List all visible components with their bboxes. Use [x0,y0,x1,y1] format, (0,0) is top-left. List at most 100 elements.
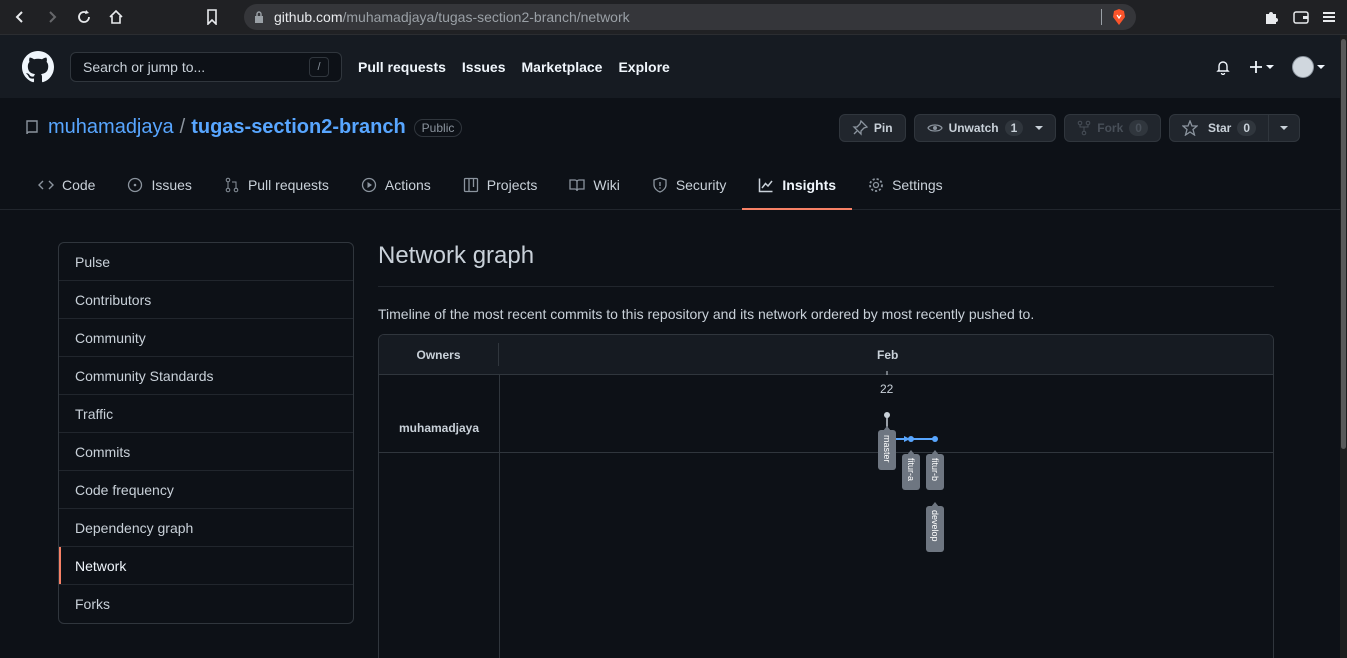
svg-text:master: master [882,435,892,463]
url-host: github.com [274,9,343,25]
sidebar-item-dependency-graph[interactable]: Dependency graph [59,509,353,547]
branch-label-master: master [878,426,896,470]
issue-icon [128,177,143,193]
star-label: Star [1207,121,1232,135]
tab-label: Actions [384,177,431,193]
create-new-button[interactable] [1249,60,1274,74]
sidebar-item-contributors[interactable]: Contributors [59,281,353,319]
tab-wiki[interactable]: Wiki [553,162,635,210]
tab-label: Security [675,177,727,193]
sidebar-item-forks[interactable]: Forks [59,585,353,623]
chevron-down-icon [1035,126,1044,130]
svg-text:fitur-b: fitur-b [930,458,940,481]
page-title: Network graph [378,242,1274,287]
page-scrollbar[interactable] [1340,35,1347,658]
fork-label: Fork [1097,121,1124,135]
tab-settings[interactable]: Settings [852,162,959,210]
github-header: Search or jump to... / Pull requests Iss… [0,35,1347,98]
chevron-down-icon [1280,126,1288,130]
tab-security[interactable]: Security [636,162,743,210]
url-path: /muhamadjaya/tugas-section2-branch/netwo… [342,9,630,25]
repo-separator: / [179,116,186,138]
bookmark-icon[interactable] [200,5,224,29]
avatar [1292,55,1314,78]
global-nav: Pull requests Issues Marketplace Explore [358,59,670,75]
star-list-dropdown[interactable] [1269,114,1300,142]
extensions-icon[interactable] [1263,9,1279,25]
unwatch-label: Unwatch [948,121,999,135]
star-button-group: Star 0 [1168,114,1300,142]
sidebar-item-traffic[interactable]: Traffic [59,395,353,433]
pin-icon [852,120,868,136]
unwatch-button[interactable]: Unwatch 1 [913,114,1057,142]
tab-label: Wiki [593,177,620,193]
tab-label: Projects [486,177,538,193]
tab-code[interactable]: Code [24,162,111,210]
forward-icon[interactable] [40,5,64,29]
svg-text:develop: develop [930,510,940,542]
lock-icon [254,11,264,23]
repo-tabs: Code Issues Pull requests Actions Projec… [24,162,959,210]
user-menu-button[interactable] [1292,55,1325,78]
nav-issues[interactable]: Issues [462,59,506,75]
repo-actions: Pin Unwatch 1 Fork 0 Star 0 [838,114,1300,142]
sidebar-item-pulse[interactable]: Pulse [59,243,353,281]
sidebar-item-community-standards[interactable]: Community Standards [59,357,353,395]
plus-icon [1250,60,1262,73]
github-logo-icon[interactable] [22,50,54,83]
sidebar-item-code-frequency[interactable]: Code frequency [59,471,353,509]
reload-icon[interactable] [72,5,96,29]
address-bar[interactable]: github.com/muhamadjaya/tugas-section2-br… [244,4,1136,30]
repo-owner-link[interactable]: muhamadjaya [48,116,174,139]
menu-icon[interactable] [1323,10,1335,24]
browser-toolbar: github.com/muhamadjaya/tugas-section2-br… [0,0,1347,35]
star-button[interactable]: Star 0 [1168,114,1269,142]
visibility-badge: Public [413,118,463,137]
repo-title: muhamadjaya / tugas-section2-branch Publ… [24,116,463,139]
sidebar-item-network[interactable]: Network [59,547,353,585]
book-icon [569,179,586,192]
svg-text:fitur-a: fitur-a [906,458,916,481]
wallet-icon[interactable] [1293,10,1309,24]
tab-insights[interactable]: Insights [742,162,853,210]
branch-graph: master fitur-a fitur-b develop [878,371,944,552]
fork-button[interactable]: Fork 0 [1064,114,1161,142]
repo-icon [24,119,40,136]
watch-count: 1 [1004,120,1024,136]
commit-node-master [884,412,890,418]
tab-actions[interactable]: Actions [345,162,447,210]
insights-sidebar: Pulse Contributors Community Community S… [58,242,354,624]
tab-pull-requests[interactable]: Pull requests [208,162,345,210]
home-icon[interactable] [104,5,128,29]
back-icon[interactable] [8,5,32,29]
tab-label: Code [62,177,96,193]
pull-request-icon [225,177,239,193]
nav-pull-requests[interactable]: Pull requests [358,59,446,75]
repo-name-link[interactable]: tugas-section2-branch [191,116,405,139]
tab-label: Settings [892,177,943,193]
fork-count: 0 [1129,120,1148,136]
pin-button[interactable]: Pin [838,114,906,142]
commit-node-fitur-b [932,436,938,442]
sidebar-item-commits[interactable]: Commits [59,433,353,471]
repo-header: muhamadjaya / tugas-section2-branch Publ… [0,98,1347,210]
branch-label-fitur-b: fitur-b [926,450,944,490]
nav-marketplace[interactable]: Marketplace [522,59,603,75]
search-input[interactable]: Search or jump to... / [70,51,342,82]
eye-icon [926,124,943,132]
notification-bell-icon[interactable] [1215,59,1231,75]
graph-icon [759,178,773,193]
brave-shield-icon[interactable] [1112,9,1126,25]
fork-icon [1077,120,1091,136]
branch-label-fitur-a: fitur-a [902,450,920,490]
nav-explore[interactable]: Explore [618,59,669,75]
star-icon [1181,120,1198,136]
tab-projects[interactable]: Projects [447,162,554,210]
sidebar-item-community[interactable]: Community [59,319,353,357]
search-shortcut-key: / [309,56,329,77]
pin-label: Pin [873,121,893,135]
network-graph[interactable]: Owners Feb 22 muhamadjaya master fitur-a… [378,334,1274,658]
tab-issues[interactable]: Issues [111,162,207,210]
tab-label: Insights [782,177,837,193]
search-placeholder: Search or jump to... [83,58,206,75]
